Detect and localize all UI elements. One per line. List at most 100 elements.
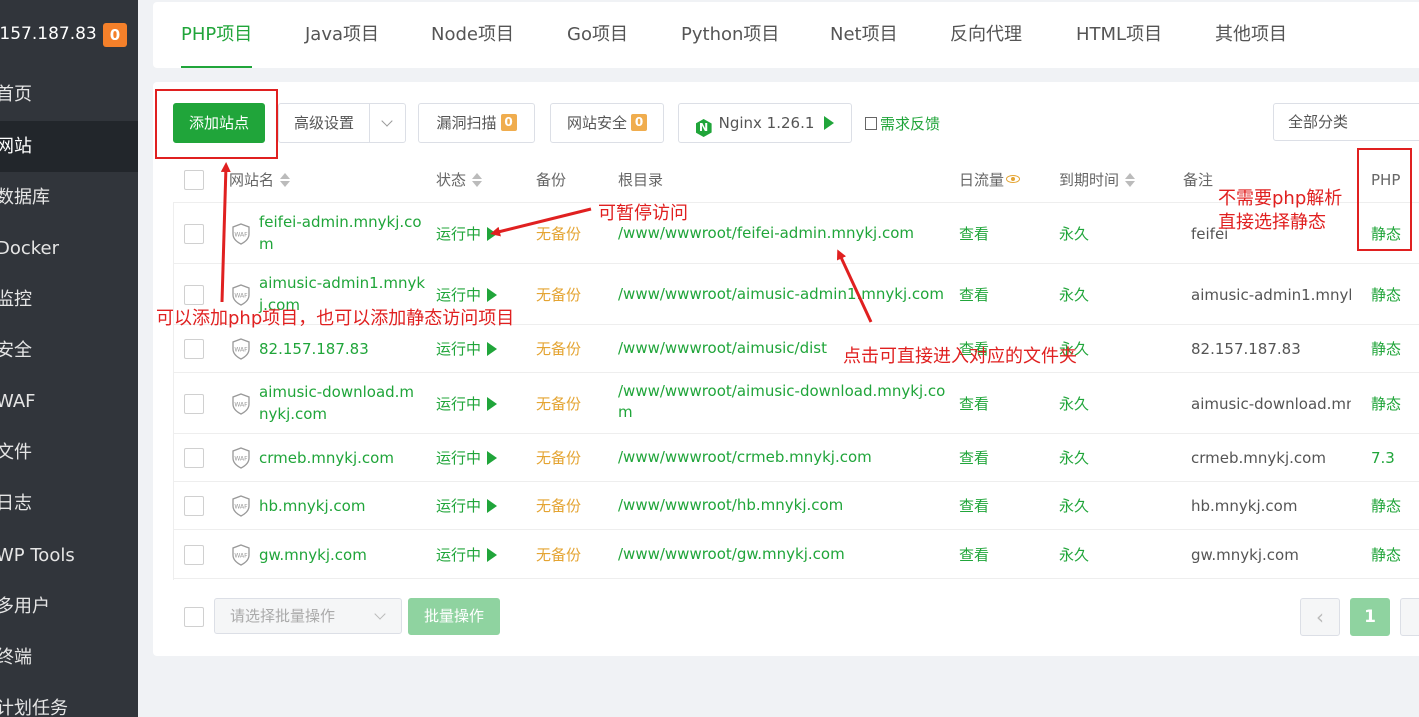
site-name-link[interactable]: crmeb.mnykj.com [259,447,394,469]
row-checkbox[interactable] [184,284,204,305]
next-page-button[interactable] [1400,598,1419,636]
tab-net[interactable]: Net项目 [830,2,898,68]
status-toggle[interactable]: 运行中 [436,495,498,517]
status-toggle[interactable]: 运行中 [436,393,498,415]
expire-link[interactable]: 永久 [1059,223,1089,245]
nginx-button[interactable]: N Nginx 1.26.1 [678,103,852,143]
note-text[interactable]: hb.mnykj.com [1191,495,1351,517]
backup-link[interactable]: 无备份 [536,338,581,360]
sidebar-item-waf[interactable]: WAF [0,376,138,427]
site-security-button[interactable]: 网站安全 0 [550,103,664,143]
category-select[interactable]: 全部分类 [1273,103,1419,141]
vuln-scan-button[interactable]: 漏洞扫描 0 [418,103,535,143]
header-status[interactable]: 状态 [436,158,483,203]
status-toggle[interactable]: 运行中 [436,447,498,469]
note-text[interactable]: gw.mnykj.com [1191,544,1351,566]
root-dir-link[interactable]: /www/wwwroot/aimusic-admin1.mnykj.com [618,284,944,305]
php-version-link[interactable]: 静态 [1371,338,1401,360]
traffic-view-link[interactable]: 查看 [959,223,989,245]
batch-action-button[interactable]: 批量操作 [408,598,500,635]
sidebar-item-database[interactable]: 数据库 [0,172,138,223]
sidebar-item-docker[interactable]: Docker [0,223,138,274]
tab-node[interactable]: Node项目 [431,2,514,68]
tab-html[interactable]: HTML项目 [1076,2,1162,68]
backup-link[interactable]: 无备份 [536,544,581,566]
php-version-link[interactable]: 7.3 [1371,447,1395,469]
backup-link[interactable]: 无备份 [536,284,581,306]
tab-other[interactable]: 其他项目 [1215,2,1287,68]
php-version-link[interactable]: 静态 [1371,544,1401,566]
expire-link[interactable]: 永久 [1059,284,1089,306]
sidebar-item-label: Docker [0,238,60,259]
status-toggle[interactable]: 运行中 [436,284,498,306]
traffic-view-link[interactable]: 查看 [959,393,989,415]
site-name-link[interactable]: gw.mnykj.com [259,544,367,566]
expire-link[interactable]: 永久 [1059,447,1089,469]
site-name-link[interactable]: 82.157.187.83 [259,338,369,360]
traffic-view-link[interactable]: 查看 [959,495,989,517]
php-version-link[interactable]: 静态 [1371,393,1401,415]
row-checkbox[interactable] [184,496,204,516]
notification-badge[interactable]: 0 [103,23,127,47]
site-name-link[interactable]: hb.mnykj.com [259,495,365,517]
traffic-view-link[interactable]: 查看 [959,447,989,469]
header-expire[interactable]: 到期时间 [1059,158,1136,203]
sidebar-item-wp-tools[interactable]: WP Tools [0,530,138,581]
tab-php[interactable]: PHP项目 [165,2,268,68]
batch-select[interactable]: 请选择批量操作 [214,598,402,634]
expire-link[interactable]: 永久 [1059,495,1089,517]
sidebar-item-files[interactable]: 文件 [0,427,138,478]
tab-reverse-proxy[interactable]: 反向代理 [950,2,1022,68]
footer-select-checkbox[interactable] [184,607,204,627]
note-text[interactable]: 82.157.187.83 [1191,338,1351,360]
note-text[interactable]: crmeb.mnykj.com [1191,447,1351,469]
status-toggle[interactable]: 运行中 [436,223,498,245]
note-text[interactable]: aimusic-admin1.mnykj [1191,284,1351,306]
sidebar-item-cron[interactable]: 计划任务 [0,683,138,717]
note-text[interactable]: aimusic-download.mn [1191,393,1351,415]
row-checkbox[interactable] [184,339,204,359]
root-dir-link[interactable]: /www/wwwroot/crmeb.mnykj.com [618,447,872,468]
root-dir-link[interactable]: /www/wwwroot/gw.mnykj.com [618,544,845,565]
backup-link[interactable]: 无备份 [536,393,581,415]
row-checkbox[interactable] [184,544,204,565]
page-1-button[interactable]: 1 [1350,598,1390,636]
sidebar-item-home[interactable]: 首页 [0,69,138,120]
tab-python[interactable]: Python项目 [681,2,779,68]
root-dir-link[interactable]: /www/wwwroot/aimusic-download.mnykj.co m [618,381,945,423]
tab-go[interactable]: Go项目 [567,2,628,68]
backup-link[interactable]: 无备份 [536,495,581,517]
prev-page-button[interactable]: ‹ [1300,598,1340,636]
expire-link[interactable]: 永久 [1059,393,1089,415]
site-name-link[interactable]: feifei-admin.mnykj.co m [259,211,422,255]
php-version-link[interactable]: 静态 [1371,284,1401,306]
header-site-name[interactable]: 网站名 [229,158,291,203]
select-all-checkbox[interactable] [184,170,204,190]
site-name-line: nykj.com [259,405,328,423]
status-toggle[interactable]: 运行中 [436,338,498,360]
expire-link[interactable]: 永久 [1059,544,1089,566]
php-version-link[interactable]: 静态 [1371,495,1401,517]
sidebar-item-logs[interactable]: 日志 [0,478,138,529]
advanced-settings-button[interactable]: 高级设置 [278,103,406,143]
feedback-link[interactable]: 需求反馈 [865,113,940,134]
site-name-link[interactable]: aimusic-download.m nykj.com [259,381,414,425]
backup-link[interactable]: 无备份 [536,223,581,245]
traffic-view-link[interactable]: 查看 [959,284,989,306]
traffic-view-link[interactable]: 查看 [959,544,989,566]
root-dir-link[interactable]: /www/wwwroot/aimusic/dist [618,338,827,359]
row-checkbox[interactable] [184,393,204,414]
root-dir-link[interactable]: /www/wwwroot/feifei-admin.mnykj.com [618,223,914,244]
sidebar-item-security[interactable]: 安全 [0,325,138,376]
sidebar-item-terminal[interactable]: 终端 [0,632,138,683]
header-root: 根目录 [618,171,664,189]
row-checkbox[interactable] [184,223,204,244]
sidebar-item-website[interactable]: 网站 [0,121,138,172]
backup-link[interactable]: 无备份 [536,447,581,469]
row-checkbox[interactable] [184,448,204,468]
sidebar-item-monitor[interactable]: 监控 [0,274,138,325]
root-dir-link[interactable]: /www/wwwroot/hb.mnykj.com [618,495,843,516]
sidebar-item-multi-user[interactable]: 多用户 [0,581,138,632]
tab-java[interactable]: Java项目 [305,2,379,68]
status-toggle[interactable]: 运行中 [436,544,498,566]
